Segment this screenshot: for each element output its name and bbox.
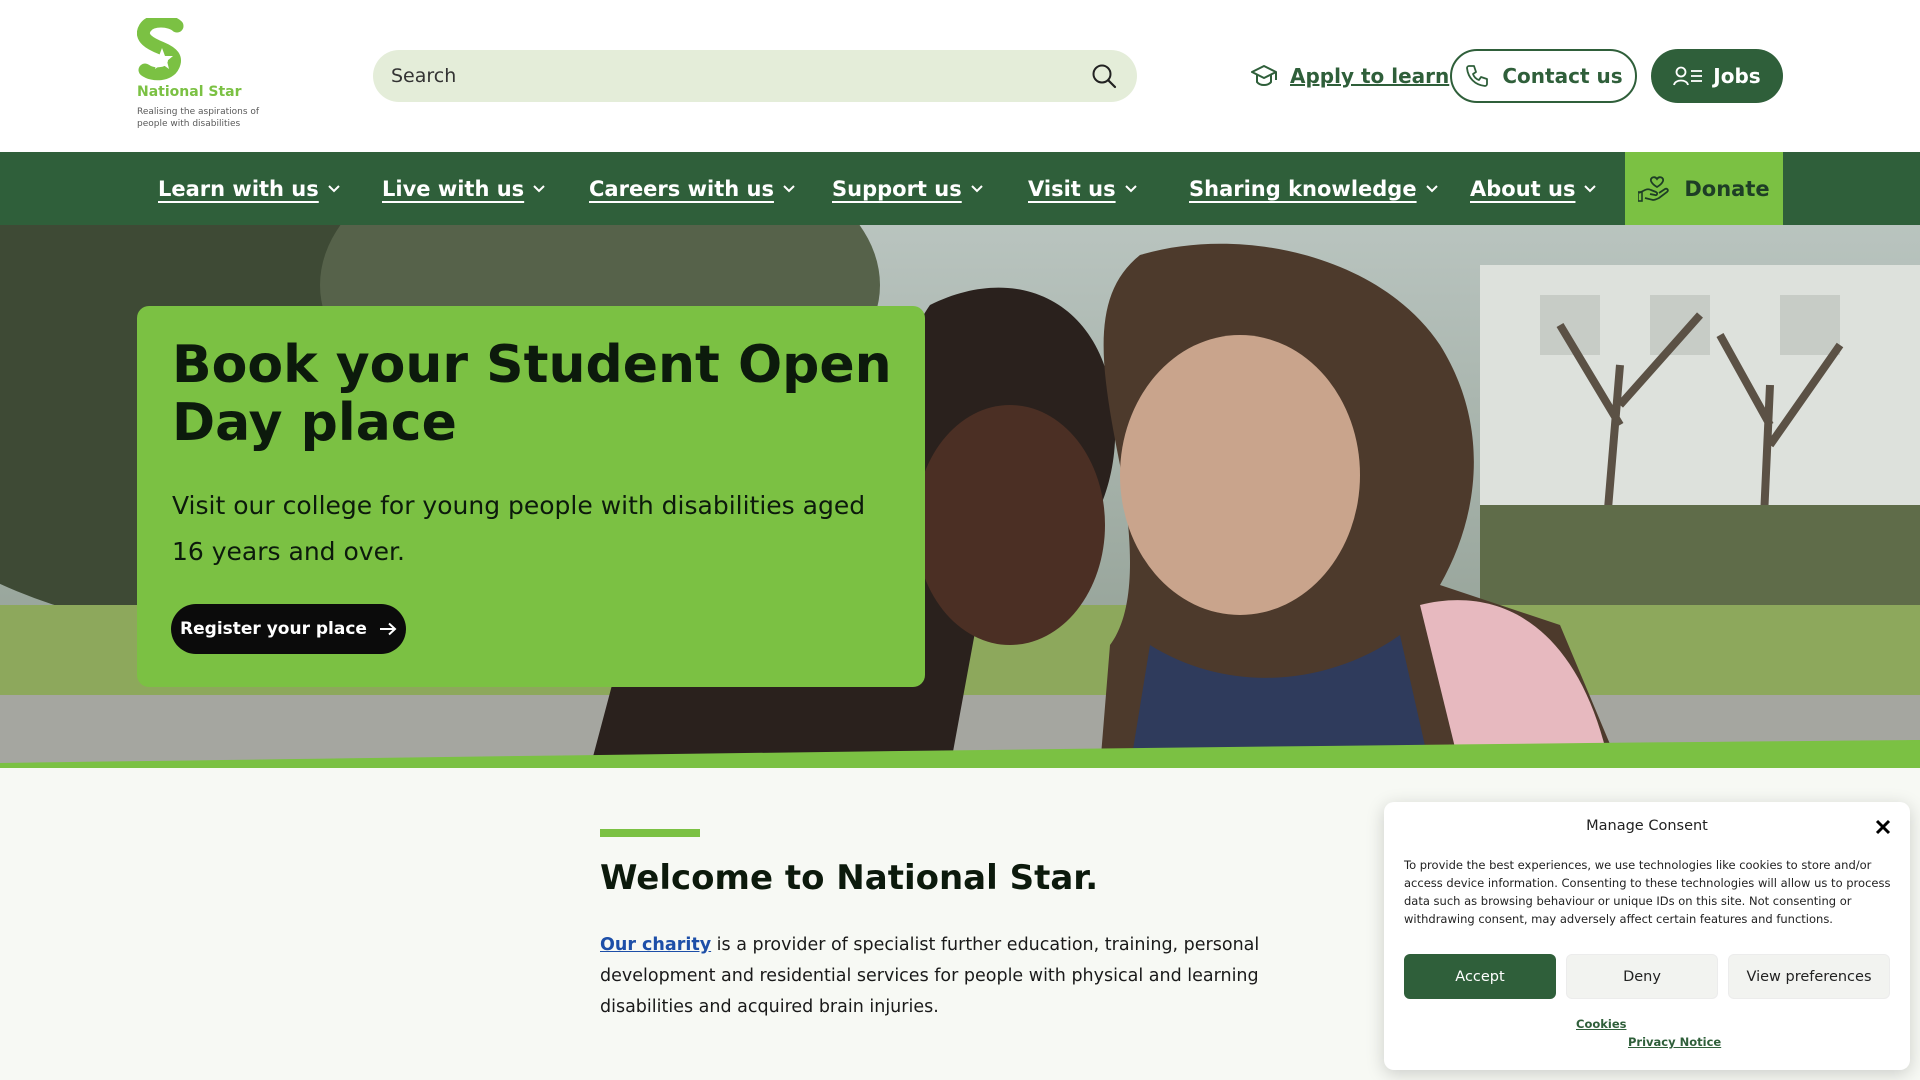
consent-title: Manage Consent (1586, 818, 1708, 834)
graduation-cap-icon (1251, 65, 1277, 86)
hero-title: Book your Student Open Day place (172, 335, 892, 453)
nav-item-careers[interactable]: Careers with us (589, 152, 796, 225)
arrow-right-icon (379, 622, 397, 636)
nav-label: About us (1470, 176, 1576, 201)
chevron-down-icon (1425, 184, 1438, 192)
apply-to-learn-link[interactable]: Apply to learn (1250, 56, 1449, 96)
nav-label: Visit us (1028, 176, 1116, 201)
nav-label: Live with us (382, 176, 525, 201)
nav-item-visit[interactable]: Visit us (1028, 152, 1138, 225)
national-star-logo[interactable]: National Star Realising the aspirations … (137, 18, 277, 136)
welcome-paragraph: Our charity is a provider of specialist … (600, 930, 1320, 1023)
nav-label: Sharing knowledge (1189, 176, 1417, 201)
site-header: National Star Realising the aspirations … (0, 0, 1920, 152)
welcome-title: Welcome to National Star. (600, 858, 1099, 898)
donate-label: Donate (1684, 176, 1770, 201)
logo-tagline: Realising the aspirations of people with… (137, 107, 260, 129)
our-charity-link[interactable]: Our charity (600, 935, 711, 955)
nav-item-about[interactable]: About us (1470, 152, 1597, 225)
nav-label: Careers with us (589, 176, 774, 201)
nav-label: Learn with us (158, 176, 319, 201)
close-icon[interactable] (1874, 818, 1892, 836)
nav-item-sharing[interactable]: Sharing knowledge (1189, 152, 1439, 225)
contact-us-button[interactable]: Contact us (1450, 49, 1637, 103)
contact-label: Contact us (1502, 64, 1623, 88)
privacy-notice-link[interactable]: Privacy Notice (1628, 1035, 1721, 1049)
chevron-down-icon (328, 184, 340, 192)
search-input[interactable] (391, 50, 1051, 102)
main-nav: Learn with us Live with us Careers with … (0, 152, 1920, 225)
jobs-button[interactable]: Jobs (1651, 49, 1783, 103)
hero-banner: Book your Student Open Day place Visit o… (0, 225, 1920, 768)
phone-icon (1466, 65, 1489, 87)
deny-button[interactable]: Deny (1566, 954, 1718, 999)
chevron-down-icon (783, 184, 795, 192)
nav-item-live[interactable]: Live with us (382, 152, 546, 225)
search-icon[interactable] (1091, 63, 1117, 89)
search-box (373, 50, 1137, 102)
welcome-accent-bar (600, 829, 700, 837)
chevron-down-icon (1124, 184, 1137, 192)
register-place-button[interactable]: Register your place (171, 604, 406, 654)
register-label: Register your place (180, 619, 367, 639)
accept-button[interactable]: Accept (1404, 954, 1556, 999)
hero-description: Visit our college for young people with … (172, 491, 866, 566)
consent-text: To provide the best experiences, we use … (1404, 858, 1891, 926)
chevron-down-icon (971, 184, 983, 192)
donate-button[interactable]: Donate (1625, 152, 1783, 225)
nav-item-learn[interactable]: Learn with us (158, 152, 341, 225)
person-list-icon (1673, 66, 1703, 86)
cookies-link[interactable]: Cookies (1576, 1017, 1626, 1031)
apply-label: Apply to learn (1290, 64, 1450, 88)
chevron-down-icon (1584, 184, 1597, 192)
hand-heart-icon (1638, 175, 1670, 202)
star-s-logo-icon (137, 18, 184, 81)
consent-dialog: Manage Consent To provide the best exper… (1384, 802, 1910, 1070)
chevron-down-icon (533, 184, 545, 192)
logo-name: National Star (137, 84, 242, 100)
view-preferences-button[interactable]: View preferences (1728, 954, 1890, 999)
jobs-label: Jobs (1713, 64, 1761, 88)
nav-item-support[interactable]: Support us (832, 152, 984, 225)
nav-label: Support us (832, 176, 962, 201)
hero-card: Book your Student Open Day place Visit o… (137, 306, 925, 687)
